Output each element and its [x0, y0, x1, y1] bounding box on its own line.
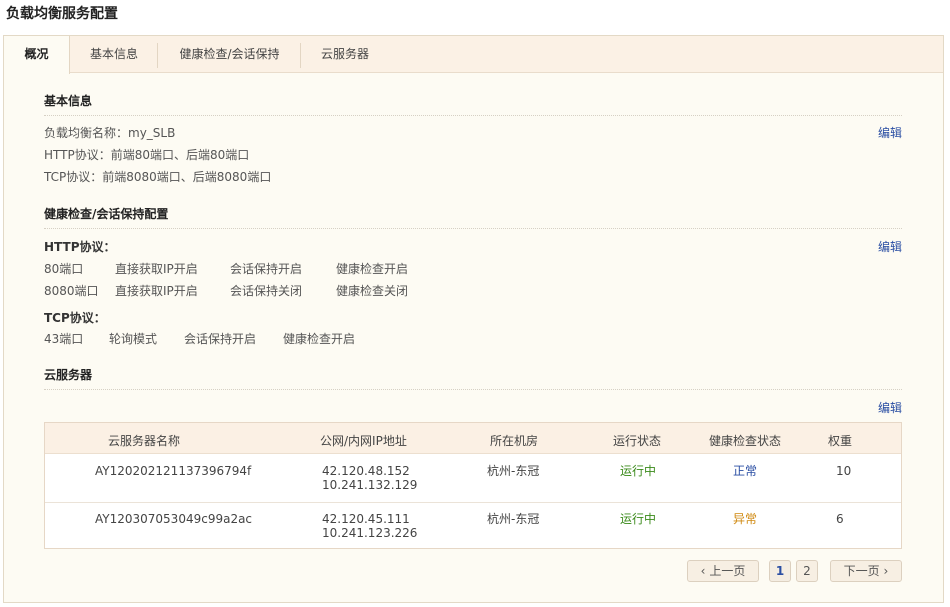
divider	[44, 389, 902, 390]
table-row[interactable]: AY120307053049c99a2ac 42.120.45.111 10.2…	[45, 502, 901, 549]
health-config-title: 健康检查/会话保持配置	[44, 207, 169, 221]
tcp-port-text: TCP协议：前端8080端口、后端8080端口	[44, 170, 272, 184]
edit-basic-link[interactable]: 编辑	[878, 124, 902, 141]
tab-bar: 概况 基本信息 健康检查/会话保持 云服务器	[4, 36, 943, 74]
basic-info-title: 基本信息	[44, 94, 93, 108]
tab-overview[interactable]: 概况	[4, 36, 70, 74]
tcp-row-session: 会话保持开启	[184, 332, 257, 346]
server-name: AY120307053049c99a2ac	[95, 512, 253, 526]
http-row-health: 健康检查开启	[336, 262, 409, 276]
server-weight: 6	[836, 512, 844, 526]
http-port-text: HTTP协议：前端80端口、后端80端口	[44, 148, 250, 162]
divider	[44, 228, 902, 229]
http-row-port: 80端口	[44, 262, 84, 276]
server-run-status: 运行中	[620, 464, 657, 478]
next-page-label: 下一页	[843, 564, 880, 578]
http-row-ip: 直接获取IP开启	[115, 262, 198, 276]
prev-page-label: 上一页	[709, 564, 746, 578]
edit-health-link[interactable]: 编辑	[878, 238, 902, 255]
server-health-status: 异常	[733, 512, 758, 526]
col-ip-address: 公网/内网IP地址	[320, 434, 407, 448]
http-row-health: 健康检查关闭	[336, 284, 409, 298]
server-zone: 杭州-东冠	[487, 512, 540, 526]
divider	[44, 115, 902, 116]
tab-health-session[interactable]: 健康检查/会话保持	[158, 36, 301, 73]
slb-name-text: 负载均衡名称：my_SLB	[44, 126, 176, 140]
tcp-row-port: 43端口	[44, 332, 84, 346]
tab-basic-info[interactable]: 基本信息	[70, 36, 158, 73]
col-server-name: 云服务器名称	[108, 434, 181, 448]
server-ip-private: 10.241.132.129	[322, 478, 418, 492]
tab-cloud-servers[interactable]: 云服务器	[301, 36, 389, 73]
page-title: 负载均衡服务配置	[6, 6, 118, 22]
http-protocol-label: HTTP协议：	[44, 240, 116, 254]
tcp-protocol-label: TCP协议：	[44, 311, 106, 325]
chevron-left-icon: ‹	[700, 564, 706, 578]
table-header: 云服务器名称 公网/内网IP地址 所在机房 运行状态 健康检查状态 权重	[45, 423, 901, 454]
tcp-row-health: 健康检查开启	[283, 332, 356, 346]
page-1-button[interactable]: 1	[769, 560, 791, 582]
server-run-status: 运行中	[620, 512, 657, 526]
server-ip-public: 42.120.48.152	[322, 464, 410, 478]
prev-page-button[interactable]: ‹ 上一页	[687, 560, 759, 582]
col-weight: 权重	[828, 434, 853, 448]
config-panel: 概况 基本信息 健康检查/会话保持 云服务器 基本信息 负载均衡名称：my_SL…	[3, 35, 944, 603]
server-ip-private: 10.241.123.226	[322, 526, 418, 540]
page-2-button[interactable]: 2	[796, 560, 818, 582]
http-row-ip: 直接获取IP开启	[115, 284, 198, 298]
servers-table: 云服务器名称 公网/内网IP地址 所在机房 运行状态 健康检查状态 权重 AY1…	[44, 422, 902, 549]
edit-servers-link[interactable]: 编辑	[878, 399, 902, 416]
next-page-button[interactable]: 下一页 ›	[830, 560, 902, 582]
table-row[interactable]: AY120202121137396794f 42.120.48.152 10.2…	[45, 455, 901, 502]
server-name: AY120202121137396794f	[95, 464, 252, 478]
http-row-session: 会话保持开启	[230, 262, 303, 276]
server-health-status: 正常	[733, 464, 758, 478]
tcp-row-mode: 轮询模式	[109, 332, 158, 346]
http-row-session: 会话保持关闭	[230, 284, 303, 298]
col-zone: 所在机房	[490, 434, 539, 448]
chevron-right-icon: ›	[883, 564, 889, 578]
col-health-status: 健康检查状态	[709, 434, 782, 448]
server-ip-public: 42.120.45.111	[322, 512, 410, 526]
server-weight: 10	[836, 464, 852, 478]
server-zone: 杭州-东冠	[487, 464, 540, 478]
cloud-servers-title: 云服务器	[44, 368, 93, 382]
http-row-port: 8080端口	[44, 284, 99, 298]
col-run-status: 运行状态	[613, 434, 662, 448]
